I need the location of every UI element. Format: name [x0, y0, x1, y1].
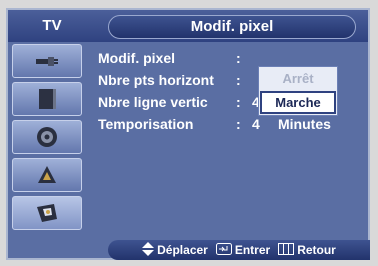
help-return-label: Retour: [297, 243, 336, 257]
row-timer[interactable]: Temporisation : 4 Minutes: [98, 116, 331, 132]
timer-value: 4: [252, 116, 260, 132]
header-bar: TV Modif. pixel: [8, 10, 368, 42]
pixel-shift-label: Modif. pixel: [98, 50, 175, 66]
osd-menu-window: TV Modif. pixel Modif. pixel: Nbre pts …: [6, 8, 370, 260]
sidebar-item-sound[interactable]: [12, 120, 82, 154]
speaker-icon: [35, 125, 59, 149]
pixel-shift-dropdown[interactable]: Arrêt Marche: [258, 66, 338, 116]
pixel-shift-colon: :: [236, 50, 241, 66]
timer-label: Temporisation: [98, 116, 194, 132]
sidebar-item-picture[interactable]: [12, 82, 82, 116]
horizontal-dots-label: Nbre pts horizont: [98, 72, 214, 88]
dropdown-option-off[interactable]: Arrêt: [259, 67, 337, 90]
help-move-label: Déplacer: [157, 243, 208, 257]
vertical-lines-colon: :: [236, 94, 241, 110]
horizontal-dots-colon: :: [236, 72, 241, 88]
tv-label: TV: [42, 17, 62, 34]
dropdown-option-on[interactable]: Marche: [260, 91, 336, 114]
timer-unit: Minutes: [278, 116, 331, 132]
enter-icon: [215, 242, 232, 258]
sidebar: [12, 44, 84, 234]
help-move: Déplacer: [142, 241, 208, 259]
timer-colon: :: [236, 116, 241, 132]
help-bar: Déplacer Entrer Retour: [108, 240, 370, 260]
return-icon: [278, 242, 295, 258]
channel-icon: [35, 163, 59, 187]
setup-icon: [34, 201, 60, 225]
sidebar-item-setup[interactable]: [12, 196, 82, 230]
sidebar-item-input[interactable]: [12, 44, 82, 78]
row-horizontal-dots[interactable]: Nbre pts horizont :: [98, 72, 241, 88]
help-return: Retour: [278, 242, 336, 258]
menu-title: Modif. pixel: [108, 15, 356, 39]
vertical-lines-label: Nbre ligne vertic: [98, 94, 208, 110]
up-down-arrows-icon: [142, 241, 155, 259]
row-pixel-shift[interactable]: Modif. pixel :: [98, 50, 241, 66]
help-enter: Entrer: [215, 242, 271, 258]
help-enter-label: Entrer: [234, 243, 271, 257]
picture-icon: [36, 87, 58, 111]
sidebar-item-channel[interactable]: [12, 158, 82, 192]
row-vertical-lines[interactable]: Nbre ligne vertic : 4: [98, 94, 260, 110]
antenna-plug-icon: [34, 54, 60, 68]
